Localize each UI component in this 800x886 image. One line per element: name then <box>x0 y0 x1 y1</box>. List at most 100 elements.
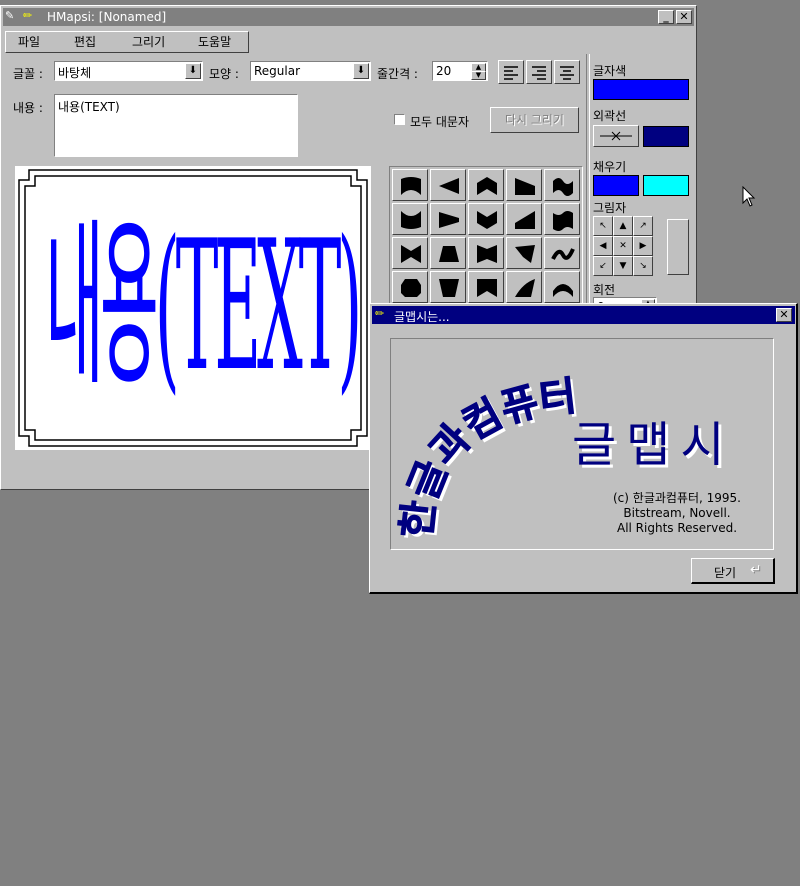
shape-curve[interactable] <box>544 271 580 303</box>
about-dialog: ✏ 글맵시는... ✕ 한글과컴퓨터 한글과컴퓨터 글맵시 글맵시 (c) 한글… <box>369 303 798 594</box>
shape-taper-right[interactable] <box>430 203 466 235</box>
copyright-line-2: Bitstream, Novell. <box>623 506 731 520</box>
about-title-bar[interactable]: ✏ 글맵시는... ✕ <box>372 306 795 324</box>
close-main-button[interactable]: ✕ <box>676 10 692 24</box>
align-left-button[interactable] <box>498 60 524 84</box>
align-right-icon <box>532 66 546 80</box>
content-textarea[interactable]: 내용(TEXT) <box>54 94 298 157</box>
svg-text:한글과컴퓨터: 한글과컴퓨터 <box>394 373 578 540</box>
shape-cup[interactable] <box>430 271 466 303</box>
menu-strip: 파일 편집 그리기 도움말 <box>5 31 249 53</box>
fill-label: 채우기 <box>593 160 627 174</box>
shape-grid <box>389 166 583 314</box>
about-title: 글맵시는... <box>394 310 450 324</box>
mouse-cursor-icon <box>742 186 756 207</box>
shape-banner[interactable] <box>468 271 504 303</box>
content-label: 내용 : <box>13 101 43 115</box>
shadow-down-left-icon[interactable]: ↙ <box>593 256 613 276</box>
about-pencil-icon: ✏ <box>375 307 385 320</box>
shadow-right-icon[interactable]: ▶ <box>633 236 653 256</box>
pencil-icon: ✏ <box>23 9 33 22</box>
shape-pentagon[interactable] <box>468 169 504 201</box>
shadow-direction-grid: ↖ ▲ ↗ ◀ ✕ ▶ ↙ ▼ ↘ <box>593 216 653 276</box>
content-value: 내용(TEXT) <box>58 100 120 114</box>
right-panel-divider <box>586 54 590 314</box>
spacing-label: 줄간격 : <box>377 67 418 81</box>
style-combo[interactable]: Regular ⬇ <box>250 61 371 81</box>
font-combo[interactable]: 바탕체 ⬇ <box>54 61 203 81</box>
main-title-bar[interactable]: ✎ ✏ HMapsi: [Nonamed] _ ✕ <box>3 8 694 26</box>
about-logo-panel: 한글과컴퓨터 한글과컴퓨터 글맵시 글맵시 (c) 한글과컴퓨터, 1995. … <box>390 338 774 550</box>
preview-frame: 내용(TEXT) <box>15 166 371 450</box>
shape-swoosh[interactable] <box>506 271 542 303</box>
font-dropdown-icon[interactable]: ⬇ <box>185 63 201 79</box>
shape-hourglass[interactable] <box>468 237 504 269</box>
shape-ramp-up[interactable] <box>506 203 542 235</box>
copyright-line-3: All Rights Reserved. <box>616 521 738 535</box>
main-window-title: HMapsi: [Nonamed] <box>47 10 167 24</box>
about-copyright: (c) 한글과컴퓨터, 1995. Bitstream, Novell. All… <box>587 491 767 536</box>
shadow-down-icon[interactable]: ▼ <box>613 256 633 276</box>
menu-draw[interactable]: 그리기 <box>124 32 173 52</box>
app-icon[interactable]: ✎ <box>5 9 19 23</box>
about-close-label: 닫기 <box>714 566 737 580</box>
align-left-icon <box>504 66 518 80</box>
about-close-x-button[interactable]: ✕ <box>776 308 792 322</box>
style-value: Regular <box>254 64 301 78</box>
shadow-none-icon[interactable]: ✕ <box>613 236 633 256</box>
shadow-up-icon[interactable]: ▲ <box>613 216 633 236</box>
fill-color-swatch-1[interactable] <box>593 175 639 196</box>
shadow-up-right-icon[interactable]: ↗ <box>633 216 653 236</box>
shadow-up-left-icon[interactable]: ↖ <box>593 216 613 236</box>
shadow-color-button[interactable] <box>667 219 689 275</box>
text-color-label: 글자색 <box>593 64 627 78</box>
shape-arch-down[interactable] <box>392 203 428 235</box>
copyright-line-1: (c) 한글과컴퓨터, 1995. <box>613 491 741 505</box>
menu-file[interactable]: 파일 <box>10 32 48 52</box>
arc-text: 한글과컴퓨터 <box>394 373 579 541</box>
shape-chevron-down[interactable] <box>468 203 504 235</box>
rotate-label: 회전 <box>593 283 616 297</box>
outline-style-icon <box>600 131 632 141</box>
shape-wave-line[interactable] <box>544 237 580 269</box>
shadow-label: 그림자 <box>593 201 627 215</box>
shape-wedge-left[interactable] <box>430 169 466 201</box>
align-center-button[interactable] <box>554 60 580 84</box>
shadow-down-right-icon[interactable]: ↘ <box>633 256 653 276</box>
spacing-spinner[interactable]: 20 ▲ ▼ <box>432 61 488 81</box>
spin-down-icon[interactable]: ▼ <box>471 71 486 80</box>
shape-arch-up[interactable] <box>392 169 428 201</box>
outline-color-swatch[interactable] <box>643 126 689 147</box>
outline-label: 외곽선 <box>593 109 627 123</box>
shape-flag[interactable] <box>544 203 580 235</box>
shadow-left-icon[interactable]: ◀ <box>593 236 613 256</box>
app-name-logo: 글맵시 <box>572 417 734 473</box>
text-color-swatch[interactable] <box>593 79 689 100</box>
all-caps-label: 모두 대문자 <box>410 115 470 129</box>
fill-color-swatch-2[interactable] <box>643 175 689 196</box>
shape-octagon[interactable] <box>392 271 428 303</box>
menu-help[interactable]: 도움말 <box>190 32 239 52</box>
shape-bowtie[interactable] <box>392 237 428 269</box>
redraw-button[interactable]: 다시 그리기 <box>490 107 579 133</box>
minimize-button[interactable]: _ <box>658 10 674 24</box>
preview-text: 내용(TEXT) <box>45 205 362 413</box>
spacing-value: 20 <box>436 64 452 78</box>
about-close-button[interactable]: 닫기 ↵ <box>691 558 775 584</box>
menu-bar: 파일 편집 그리기 도움말 <box>5 30 694 54</box>
shape-wedge-right[interactable] <box>506 169 542 201</box>
style-label: 모양 : <box>209 67 239 81</box>
style-dropdown-icon[interactable]: ⬇ <box>353 63 369 79</box>
align-center-icon <box>560 66 574 80</box>
menu-edit[interactable]: 편집 <box>66 32 104 52</box>
outline-style-button[interactable] <box>593 125 639 147</box>
shape-wave[interactable] <box>544 169 580 201</box>
all-caps-checkbox[interactable] <box>394 114 405 125</box>
enter-icon: ↵ <box>750 562 762 578</box>
font-value: 바탕체 <box>58 66 92 80</box>
font-label: 글꼴 : <box>13 67 43 81</box>
redraw-label: 다시 그리기 <box>504 113 564 127</box>
align-right-button[interactable] <box>526 60 552 84</box>
shape-trapezoid[interactable] <box>430 237 466 269</box>
shape-fan[interactable] <box>506 237 542 269</box>
